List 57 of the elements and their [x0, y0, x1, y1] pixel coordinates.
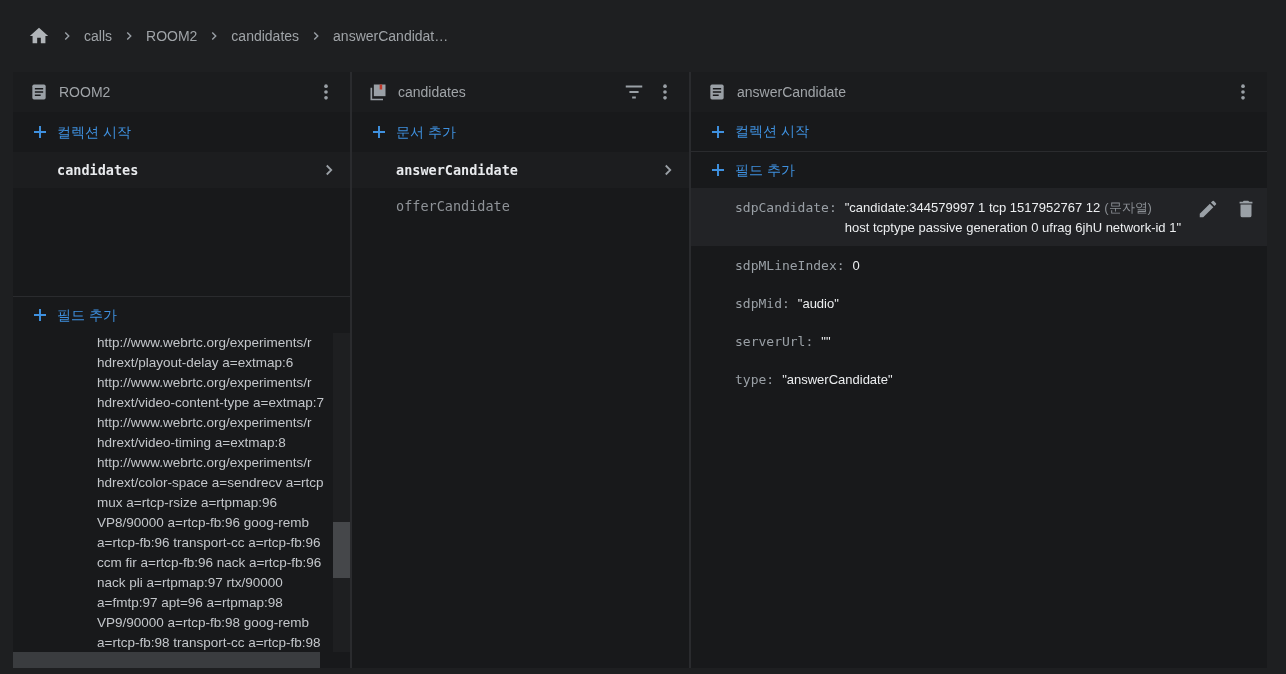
- value-line: http://www.webrtc.org/experiments/r: [97, 334, 313, 352]
- document-icon: [707, 82, 727, 102]
- value-line: a=rtcp-fb:96 transport-cc a=rtcp-fb:96: [97, 534, 322, 552]
- value-line: a=fmtp:97 apt=96 a=rtpmap:98: [97, 594, 284, 612]
- type-label: (문자열): [1104, 199, 1152, 217]
- list-item[interactable]: offerCandidate: [352, 188, 689, 224]
- panel-title: answerCandidate: [737, 82, 847, 102]
- field-value: 0: [852, 257, 860, 275]
- field-row[interactable]: sdpCandidate: "candidate:344579997 1 tcp 1517952767 12 (문자열) host tcptype passive generation 0 ufrag 6jhU network-id 1": [691, 188, 1267, 246]
- value-line: VP9/90000 a=rtcp-fb:98 goog-remb: [97, 614, 310, 632]
- breadcrumb-link[interactable]: candidates: [231, 25, 300, 47]
- list-item[interactable]: candidates: [13, 152, 350, 188]
- add-field-button[interactable]: 필드 추가: [691, 152, 1267, 188]
- collection-icon: [368, 82, 388, 102]
- field-row[interactable]: sdpMLineIndex: 0: [691, 246, 1267, 284]
- value-line: nack pli a=rtpmap:97 rtx/90000: [97, 574, 284, 592]
- value-line: http://www.webrtc.org/experiments/r: [97, 374, 313, 392]
- breadcrumb-link[interactable]: ROOM2: [146, 25, 198, 47]
- list-item[interactable]: answerCandidate: [352, 152, 689, 188]
- field-value: "": [821, 333, 831, 351]
- document-icon: [29, 82, 49, 102]
- field-value: "answerCandidate": [782, 371, 893, 389]
- value-line: ccm fir a=rtcp-fb:96 nack a=rtcp-fb:96: [97, 554, 323, 572]
- value-line: http://www.webrtc.org/experiments/r: [97, 414, 313, 432]
- field-name: type:: [735, 371, 775, 389]
- add-button[interactable]: 문서 추가: [352, 112, 689, 152]
- scrollbar-thumb[interactable]: [13, 652, 320, 668]
- value-line: a=rtcp-fb:98 transport-cc a=rtcp-fb:98: [97, 634, 322, 652]
- plus-icon: [370, 123, 388, 141]
- field-name: sdpMLineIndex:: [735, 257, 845, 275]
- breadcrumb-link[interactable]: calls: [84, 25, 112, 47]
- value-line: mux a=rtcp-rsize a=rtpmap:96: [97, 494, 279, 512]
- value-line: hdrext/playout-delay a=extmap:6: [97, 354, 295, 372]
- value-line: hdrext/video-content-type a=extmap:7: [97, 394, 325, 412]
- panel-title: ROOM2: [59, 82, 112, 102]
- field-row[interactable]: serverUrl: "": [691, 322, 1267, 360]
- plus-icon: [709, 161, 727, 179]
- field-name: serverUrl:: [735, 333, 814, 351]
- field-name: sdpCandidate:: [735, 199, 837, 217]
- value-line: http://www.webrtc.org/experiments/r: [97, 454, 313, 472]
- value-line: VP8/90000 a=rtcp-fb:96 goog-remb: [97, 514, 310, 532]
- add-field-button[interactable]: 필드 추가: [13, 297, 350, 333]
- field-value: "candidate:344579997 1 tcp 1517952767 12: [844, 199, 1101, 217]
- plus-icon: [31, 306, 49, 324]
- field-row[interactable]: sdpMid: "audio": [691, 284, 1267, 322]
- field-value: host tcptype passive generation 0 ufrag 6jhU network-id 1": [844, 219, 1182, 237]
- field-name: sdpMid:: [735, 295, 790, 313]
- plus-icon: [31, 123, 49, 141]
- breadcrumb-link[interactable]: answerCandidat…: [333, 25, 449, 47]
- field-row[interactable]: type: "answerCandidate": [691, 360, 1267, 398]
- panel-title: candidates: [398, 82, 467, 102]
- scrollbar-thumb[interactable]: [333, 522, 350, 578]
- field-value: "audio": [797, 295, 839, 313]
- add-button[interactable]: 컬렉션 시작: [691, 112, 1267, 152]
- value-line: hdrext/video-timing a=extmap:8: [97, 434, 287, 452]
- value-line: hdrext/color-space a=sendrecv a=rtcp: [97, 474, 325, 492]
- add-button[interactable]: 컬렉션 시작: [13, 112, 350, 152]
